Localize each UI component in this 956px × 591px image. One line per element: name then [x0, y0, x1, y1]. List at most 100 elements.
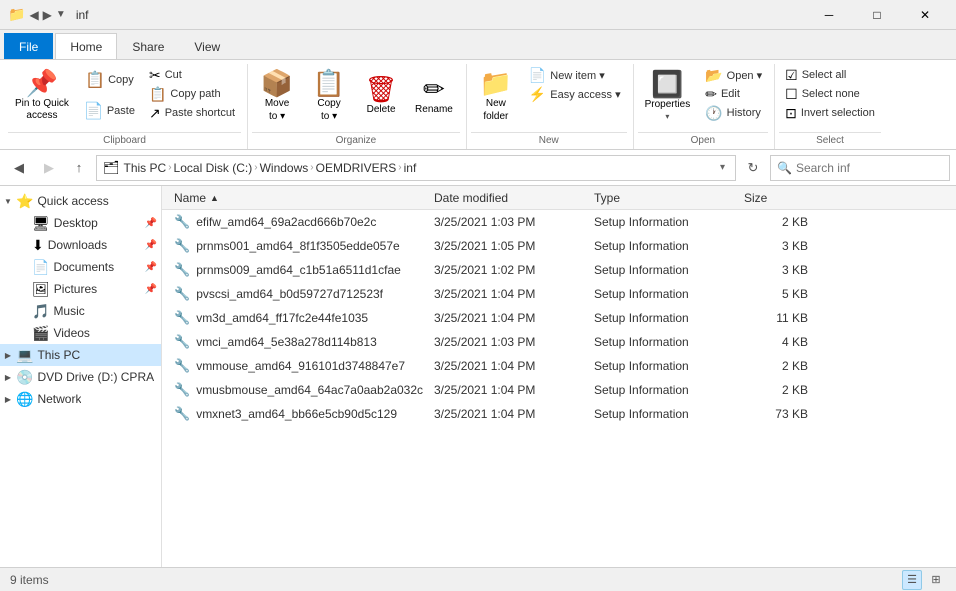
file-date: 3/25/2021 1:04 PM	[426, 311, 586, 325]
select-all-button[interactable]: ☑ Select all	[779, 66, 881, 84]
desktop-label: Desktop	[54, 216, 98, 230]
pin-quick-access-button[interactable]: 📌 Pin to Quickaccess	[8, 66, 76, 126]
back-icon: ◀	[29, 8, 38, 22]
address-bar[interactable]: 🗂 This PC › Local Disk (C:) › Windows › …	[96, 155, 736, 181]
search-input[interactable]	[796, 161, 951, 175]
ribbon-group-select: ☑ Select all ☐ Select none ⊡ Invert sele…	[775, 64, 887, 149]
sidebar-item-videos[interactable]: 🎬 Videos	[0, 322, 161, 344]
col-header-type[interactable]: Type	[586, 186, 736, 209]
status-bar: 9 items ☰ ⊞	[0, 567, 956, 591]
address-windows[interactable]: Windows	[260, 161, 309, 175]
file-size: 2 KB	[736, 383, 816, 397]
file-icon: 🔧	[174, 286, 190, 302]
move-to-button[interactable]: 📦 Move to ▾	[252, 66, 302, 126]
file-type: Setup Information	[586, 215, 736, 229]
paste-icon: 📄	[84, 104, 104, 120]
forward-button[interactable]: ▶	[36, 155, 62, 181]
invert-selection-button[interactable]: ⊡ Invert selection	[779, 104, 881, 122]
close-button[interactable]: ✕	[902, 0, 948, 30]
search-icon: 🔍	[777, 161, 792, 175]
organize-content: 📦 Move to ▾ 📋 Copy to ▾ 🗑 Delete ✏ Rena	[252, 64, 460, 132]
col-size-label: Size	[744, 191, 767, 205]
select-none-label: Select none	[802, 88, 860, 100]
paste-shortcut-button[interactable]: ↗ Paste shortcut	[143, 104, 241, 122]
up-button[interactable]: ↑	[66, 155, 92, 181]
properties-button[interactable]: 🔲 Properties ▾	[638, 66, 698, 126]
table-row[interactable]: 🔧 efifw_amd64_69a2acd666b70e2c 3/25/2021…	[162, 210, 956, 234]
file-name: efifw_amd64_69a2acd666b70e2c	[196, 215, 376, 229]
sep-2: ›	[254, 162, 257, 173]
forward-icon: ▶	[43, 8, 52, 22]
col-header-size[interactable]: Size	[736, 186, 816, 209]
expand-this-pc: ▶	[0, 351, 16, 360]
properties-icon: 🔲	[651, 71, 683, 97]
file-size: 11 KB	[736, 311, 816, 325]
easy-access-button[interactable]: ⚡ Easy access ▾	[523, 85, 627, 103]
select-none-button[interactable]: ☐ Select none	[779, 85, 881, 103]
organize-label: Organize	[252, 132, 460, 149]
rename-button[interactable]: ✏ Rename	[408, 66, 460, 126]
file-type: Setup Information	[586, 287, 736, 301]
sidebar-item-network[interactable]: ▶ 🌐 Network	[0, 388, 161, 410]
file-date: 3/25/2021 1:02 PM	[426, 263, 586, 277]
sidebar-item-this-pc[interactable]: ▶ 💻 This PC	[0, 344, 161, 366]
history-button[interactable]: 🕐 History	[699, 104, 768, 122]
refresh-button[interactable]: ↻	[740, 155, 766, 181]
back-button[interactable]: ◀	[6, 155, 32, 181]
table-row[interactable]: 🔧 vmusbmouse_amd64_64ac7a0aab2a032c 3/25…	[162, 378, 956, 402]
address-inf[interactable]: inf	[404, 161, 417, 175]
address-oemdrivers[interactable]: OEMDRIVERS	[316, 161, 397, 175]
file-date: 3/25/2021 1:04 PM	[426, 407, 586, 421]
table-row[interactable]: 🔧 vmci_amd64_5e38a278d114b813 3/25/2021 …	[162, 330, 956, 354]
sidebar-item-documents[interactable]: 📄 Documents 📌	[0, 256, 161, 278]
history-label: History	[727, 107, 761, 119]
file-size: 2 KB	[736, 215, 816, 229]
new-folder-button[interactable]: 📁 New folder	[471, 66, 521, 126]
address-local-disk[interactable]: Local Disk (C:)	[174, 161, 253, 175]
file-icon: 🔧	[174, 310, 190, 326]
copy-to-drop: Copy to ▾	[317, 98, 340, 123]
col-header-date[interactable]: Date modified	[426, 186, 586, 209]
tab-view[interactable]: View	[179, 33, 235, 59]
detail-view-button[interactable]: ⊞	[926, 570, 946, 590]
file-name: vmmouse_amd64_916101d3748847e7	[196, 359, 405, 373]
sidebar-item-desktop[interactable]: 🖥 Desktop 📌	[0, 212, 161, 234]
open-button[interactable]: 📂 Open ▾	[699, 66, 768, 84]
sidebar-item-pictures[interactable]: 🖼 Pictures 📌	[0, 278, 161, 300]
table-row[interactable]: 🔧 vm3d_amd64_ff17fc2e44fe1035 3/25/2021 …	[162, 306, 956, 330]
file-list-header: Name ▲ Date modified Type Size	[162, 186, 956, 210]
tab-file[interactable]: File	[4, 33, 53, 59]
address-dropdown-button[interactable]: ▾	[716, 160, 729, 175]
col-header-name[interactable]: Name ▲	[166, 186, 426, 209]
delete-button[interactable]: 🗑 Delete	[356, 66, 406, 126]
properties-drop: Properties ▾	[645, 99, 691, 121]
col-name-label: Name	[174, 191, 206, 205]
copy-to-sub-label: to ▾	[321, 111, 337, 123]
list-view-button[interactable]: ☰	[902, 570, 922, 590]
sidebar-item-dvd[interactable]: ▶ 💿 DVD Drive (D:) CPRA	[0, 366, 161, 388]
new-item-button[interactable]: 📄 New item ▾	[523, 66, 627, 84]
table-row[interactable]: 🔧 vmxnet3_amd64_bb66e5cb90d5c129 3/25/20…	[162, 402, 956, 426]
copy-path-button[interactable]: 📋 Copy path	[143, 85, 241, 103]
maximize-button[interactable]: □	[854, 0, 900, 30]
file-size: 73 KB	[736, 407, 816, 421]
table-row[interactable]: 🔧 prnms001_amd64_8f1f3505edde057e 3/25/2…	[162, 234, 956, 258]
paste-button[interactable]: 📄 Paste	[78, 97, 141, 127]
downloads-icon: ⬇	[32, 237, 44, 254]
sidebar-item-quick-access[interactable]: ▼ ⭐ Quick access	[0, 190, 161, 212]
sidebar-item-downloads[interactable]: ⬇ Downloads 📌	[0, 234, 161, 256]
tab-share[interactable]: Share	[117, 33, 179, 59]
copy-button[interactable]: 📋 Copy	[78, 66, 141, 96]
copy-to-button[interactable]: 📋 Copy to ▾	[304, 66, 354, 126]
edit-button[interactable]: ✏ Edit	[699, 85, 768, 103]
cut-button[interactable]: ✂ Cut	[143, 66, 241, 84]
sidebar-item-music[interactable]: 🎵 Music	[0, 300, 161, 322]
desktop-pin: 📌	[145, 218, 157, 229]
table-row[interactable]: 🔧 vmmouse_amd64_916101d3748847e7 3/25/20…	[162, 354, 956, 378]
table-row[interactable]: 🔧 prnms009_amd64_c1b51a6511d1cfae 3/25/2…	[162, 258, 956, 282]
address-this-pc[interactable]: This PC	[124, 161, 167, 175]
search-box[interactable]: 🔍	[770, 155, 950, 181]
minimize-button[interactable]: ─	[806, 0, 852, 30]
tab-home[interactable]: Home	[55, 33, 117, 59]
table-row[interactable]: 🔧 pvscsi_amd64_b0d59727d712523f 3/25/202…	[162, 282, 956, 306]
